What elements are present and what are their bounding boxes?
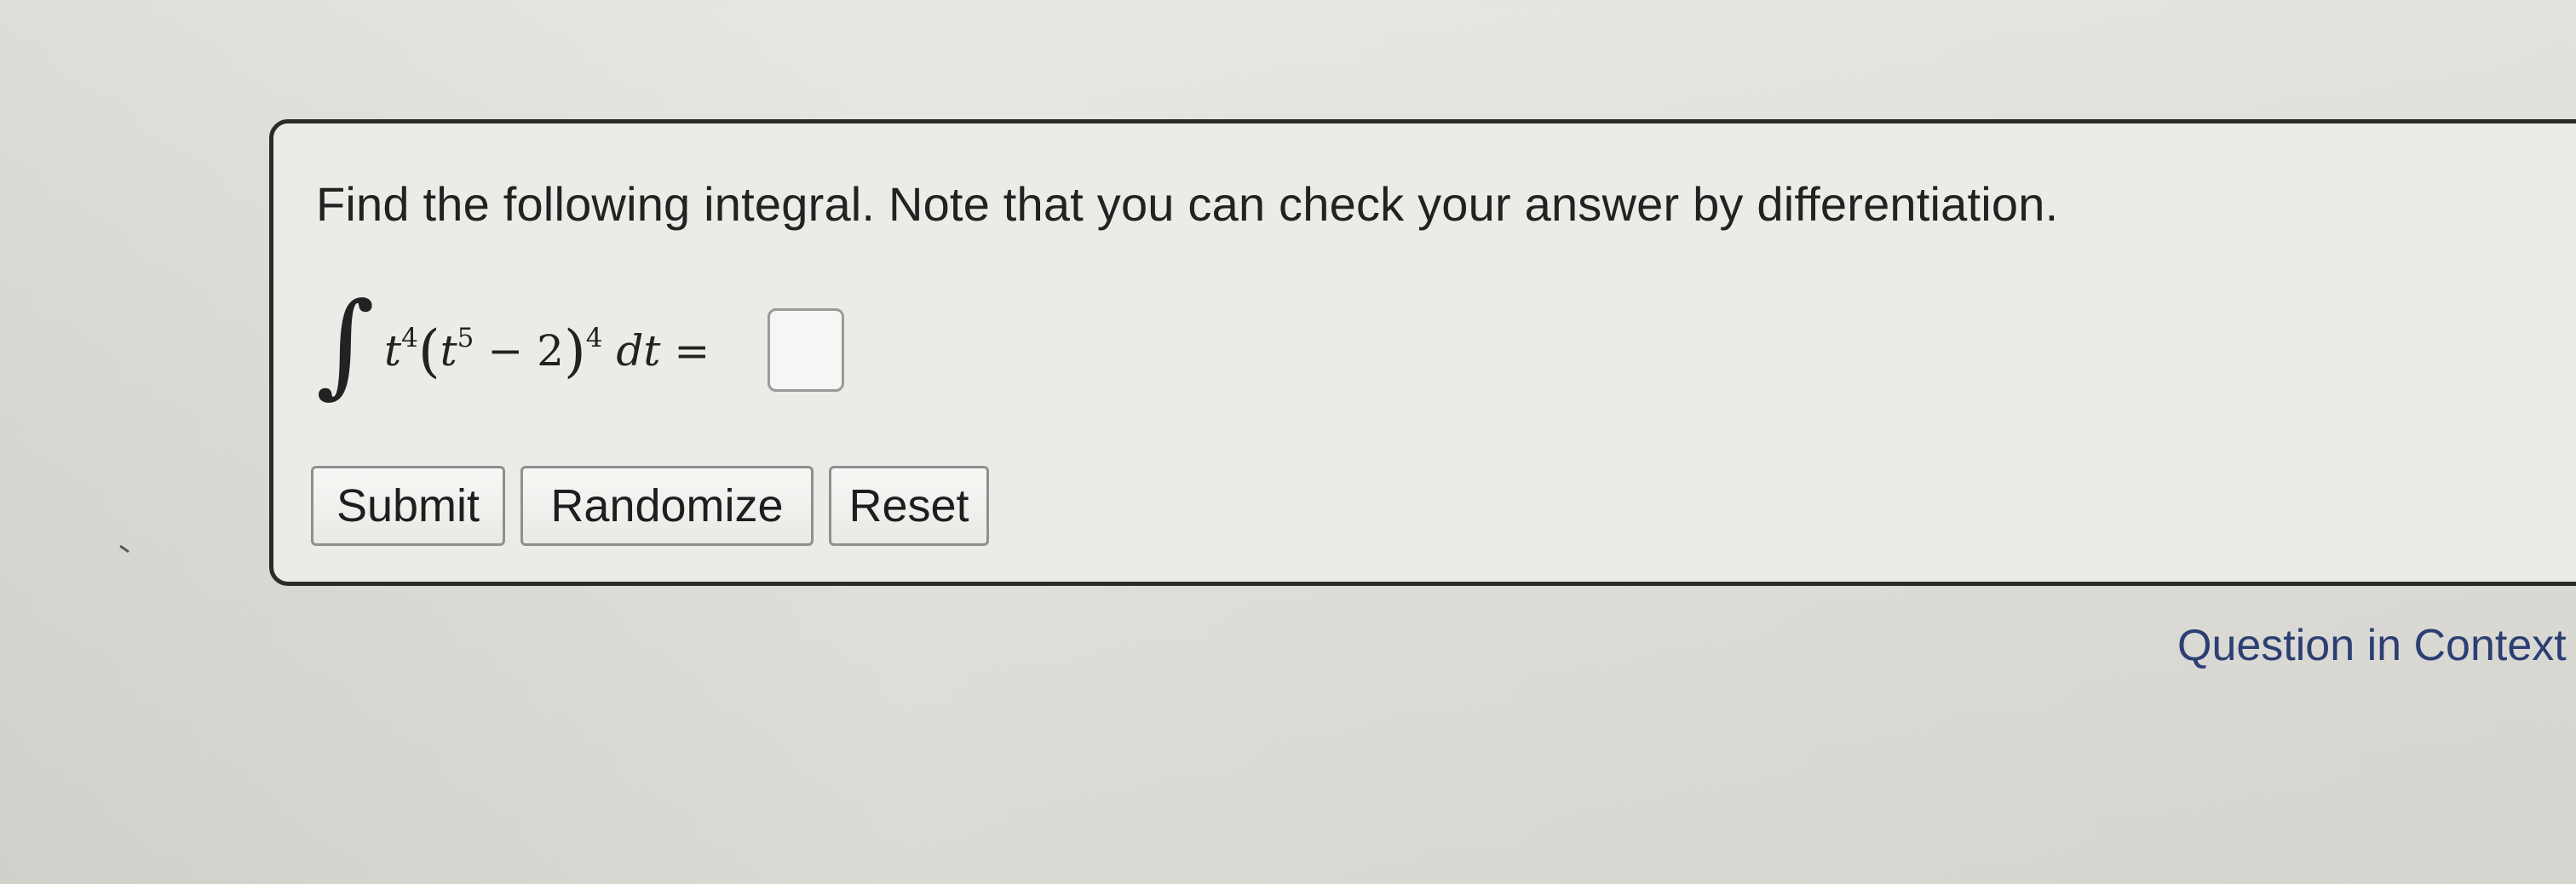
close-paren: )	[563, 319, 586, 384]
integrand-t: t	[384, 326, 402, 376]
equals-sign: =	[674, 326, 710, 376]
question-in-context-link[interactable]: Question in Context	[2177, 620, 2567, 671]
question-card: Find the following integral. Note that y…	[269, 119, 2576, 586]
constant-term: 2	[537, 326, 564, 376]
answer-input[interactable]	[768, 308, 844, 392]
question-prompt: Find the following integral. Note that y…	[316, 177, 2059, 231]
submit-button[interactable]: Submit	[311, 466, 505, 546]
inner-t: t	[440, 326, 457, 376]
outer-exponent: 4	[585, 323, 603, 353]
t-exponent: 4	[401, 323, 418, 353]
screen-mark	[119, 544, 129, 554]
randomize-button[interactable]: Randomize	[520, 466, 814, 546]
reset-button[interactable]: Reset	[829, 466, 989, 546]
open-paren: (	[417, 319, 440, 384]
minus-sign: −	[487, 326, 524, 376]
integral-sign: ∫	[316, 278, 375, 410]
inner-t-exponent: 5	[457, 323, 474, 353]
differential: dt	[616, 326, 661, 376]
integrand: t4(t5 − 2)4 dt =	[384, 319, 710, 380]
